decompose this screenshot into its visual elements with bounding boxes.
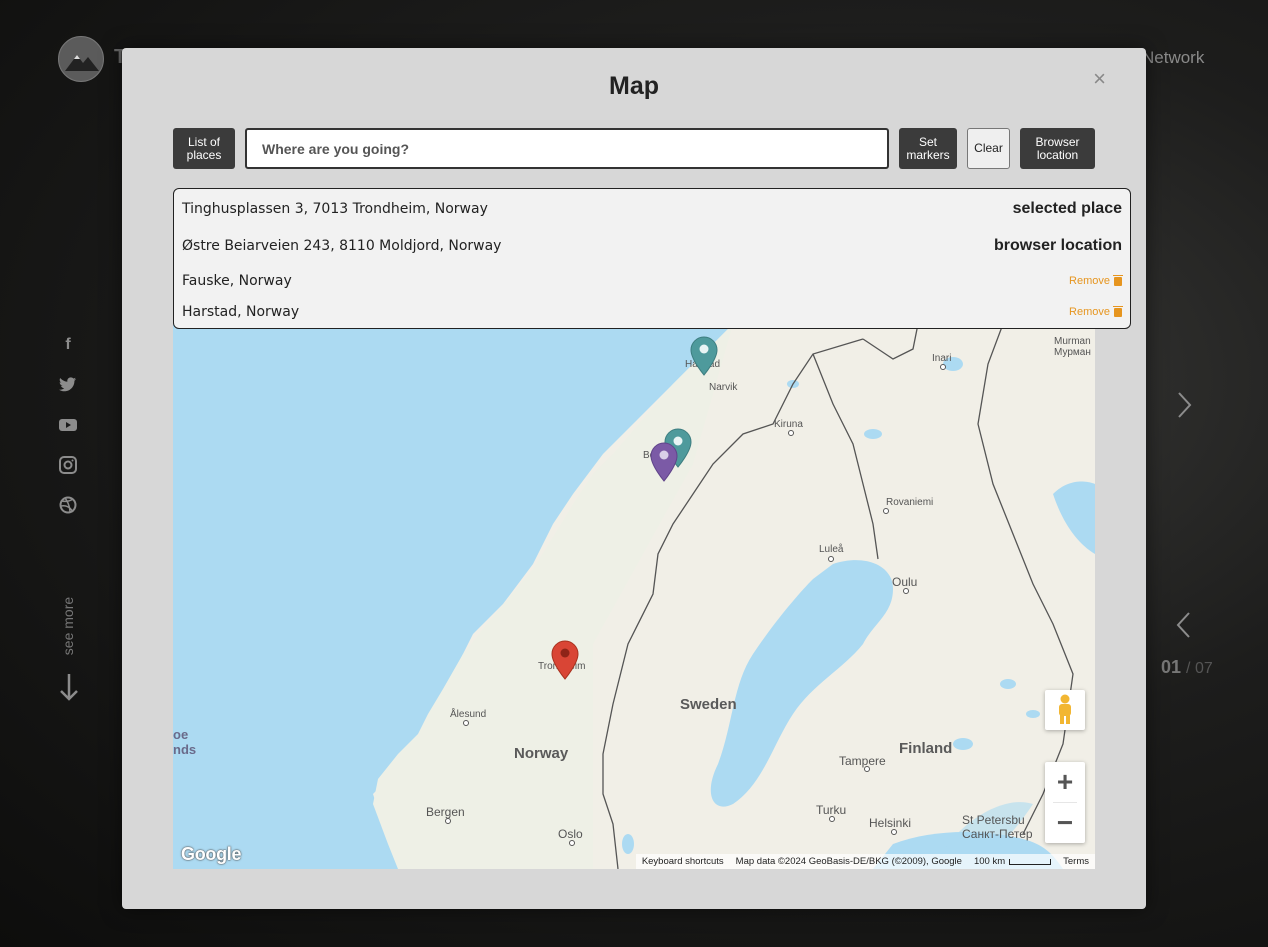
see-more-link[interactable]: see more	[48, 590, 88, 660]
facebook-icon[interactable]: f	[58, 334, 78, 356]
zoom-in-button[interactable]: +	[1045, 762, 1085, 802]
list-of-places-button[interactable]: List of places	[173, 128, 235, 169]
city-dot	[883, 508, 889, 514]
google-logo: Google	[181, 844, 242, 864]
map-label-kiruna: Kiruna	[774, 419, 803, 430]
city-dot	[828, 556, 834, 562]
chevron-left-icon[interactable]	[1174, 610, 1192, 648]
site-logo[interactable]	[58, 36, 104, 82]
map-label-sweden: Sweden	[680, 696, 737, 713]
map-modal: Map × List of places Set markers Clear B…	[122, 48, 1146, 909]
place-tag: selected place	[1012, 200, 1122, 217]
keyboard-shortcuts-link[interactable]: Keyboard shortcuts	[642, 856, 724, 867]
map-marker-selected-place[interactable]	[551, 640, 579, 680]
map-label-alesund: Ålesund	[450, 709, 487, 720]
dribbble-icon[interactable]	[58, 494, 78, 516]
list-item[interactable]: Tinghusplassen 3, 7013 Trondheim, Norway…	[182, 198, 1122, 220]
map-label-finland: Finland	[899, 740, 953, 757]
remove-label: Remove	[1069, 275, 1110, 287]
map-canvas[interactable]: Harstad Narvik Kiruna Inari Murman Мурма…	[173, 324, 1095, 869]
map-label-inari: Inari	[932, 353, 952, 364]
map-label-murmansk: Murman Мурман	[1054, 336, 1091, 358]
trash-icon	[1113, 305, 1123, 317]
remove-button[interactable]: Remove	[1069, 305, 1123, 318]
map-attribution: Keyboard shortcuts Map data ©2024 GeoBas…	[635, 854, 1095, 869]
map-toolbar: List of places Set markers Clear Browser…	[173, 128, 1095, 170]
map-data-text: Map data ©2024 GeoBasis-DE/BKG (©2009), …	[735, 856, 962, 867]
youtube-icon[interactable]	[58, 414, 78, 436]
map-marker-harstad[interactable]	[690, 336, 718, 376]
set-markers-button[interactable]: Set markers	[899, 128, 957, 169]
map-marker-browser-location[interactable]	[650, 442, 678, 482]
map-label-turku: Turku	[816, 803, 847, 817]
map-label-st-petersburg: St Petersbu Санкт-Петер	[962, 813, 1033, 841]
zoom-out-button[interactable]: −	[1045, 803, 1085, 843]
city-dot	[569, 840, 575, 846]
browser-location-button[interactable]: Browser location	[1020, 128, 1095, 169]
modal-title: Map	[609, 72, 659, 100]
map-label-helsinki: Helsinki	[869, 816, 912, 830]
city-dot	[829, 816, 835, 822]
slide-current: 01	[1161, 657, 1182, 677]
map-label-rovaniemi: Rovaniemi	[886, 497, 934, 508]
map-label-lulea: Luleå	[819, 544, 844, 555]
instagram-icon[interactable]	[58, 454, 78, 476]
list-item[interactable]: Fauske, Norway Remove	[182, 270, 1123, 292]
social-links: f	[58, 334, 78, 516]
see-more-label: see more	[60, 596, 76, 656]
map-label-norway: Norway	[514, 745, 569, 762]
city-dot	[891, 829, 897, 835]
map-label-oslo: Oslo	[558, 827, 583, 841]
twitter-icon[interactable]	[58, 374, 78, 396]
map-label-oulu: Oulu	[892, 575, 918, 589]
map-scale[interactable]: 100 km	[973, 856, 1052, 867]
map-land-shapes	[373, 324, 1095, 869]
street-view-pegman-icon[interactable]	[1045, 690, 1085, 730]
slide-total: / 07	[1186, 660, 1213, 677]
city-dot	[445, 818, 451, 824]
terms-link[interactable]: Terms	[1063, 856, 1089, 867]
trash-icon	[1113, 274, 1123, 286]
close-icon[interactable]: ×	[1093, 66, 1106, 92]
map-label-bergen: Bergen	[426, 805, 465, 819]
map-label-faroe: oe nds	[173, 727, 197, 757]
place-name: Fauske, Norway	[182, 273, 292, 289]
arrow-down-icon[interactable]	[58, 672, 80, 709]
place-name: Tinghusplassen 3, 7013 Trondheim, Norway	[182, 201, 488, 217]
places-list: Tinghusplassen 3, 7013 Trondheim, Norway…	[173, 188, 1131, 329]
zoom-control: + −	[1045, 762, 1085, 843]
map-label-tampere: Tampere	[839, 754, 886, 768]
city-dot	[940, 364, 946, 370]
map-label-narvik: Narvik	[709, 382, 738, 393]
clear-button[interactable]: Clear	[967, 128, 1010, 169]
remove-label: Remove	[1069, 306, 1110, 318]
slide-counter: 01 / 07	[1161, 657, 1213, 678]
nav-network-link[interactable]: Network	[1142, 48, 1204, 68]
scale-bar	[1009, 858, 1052, 865]
chevron-right-icon[interactable]	[1176, 390, 1194, 428]
remove-button[interactable]: Remove	[1069, 274, 1123, 287]
city-dot	[864, 766, 870, 772]
city-dot	[463, 720, 469, 726]
city-dot	[903, 588, 909, 594]
search-input[interactable]	[245, 128, 889, 169]
city-dot	[788, 430, 794, 436]
place-name: Østre Beiarveien 243, 8110 Moldjord, Nor…	[182, 238, 502, 254]
place-name: Harstad, Norway	[182, 304, 300, 320]
place-tag: browser location	[993, 237, 1122, 254]
list-item[interactable]: Østre Beiarveien 243, 8110 Moldjord, Nor…	[182, 235, 1122, 257]
map-scale-label: 100 km	[973, 856, 1006, 867]
list-item[interactable]: Harstad, Norway Remove	[182, 301, 1123, 323]
